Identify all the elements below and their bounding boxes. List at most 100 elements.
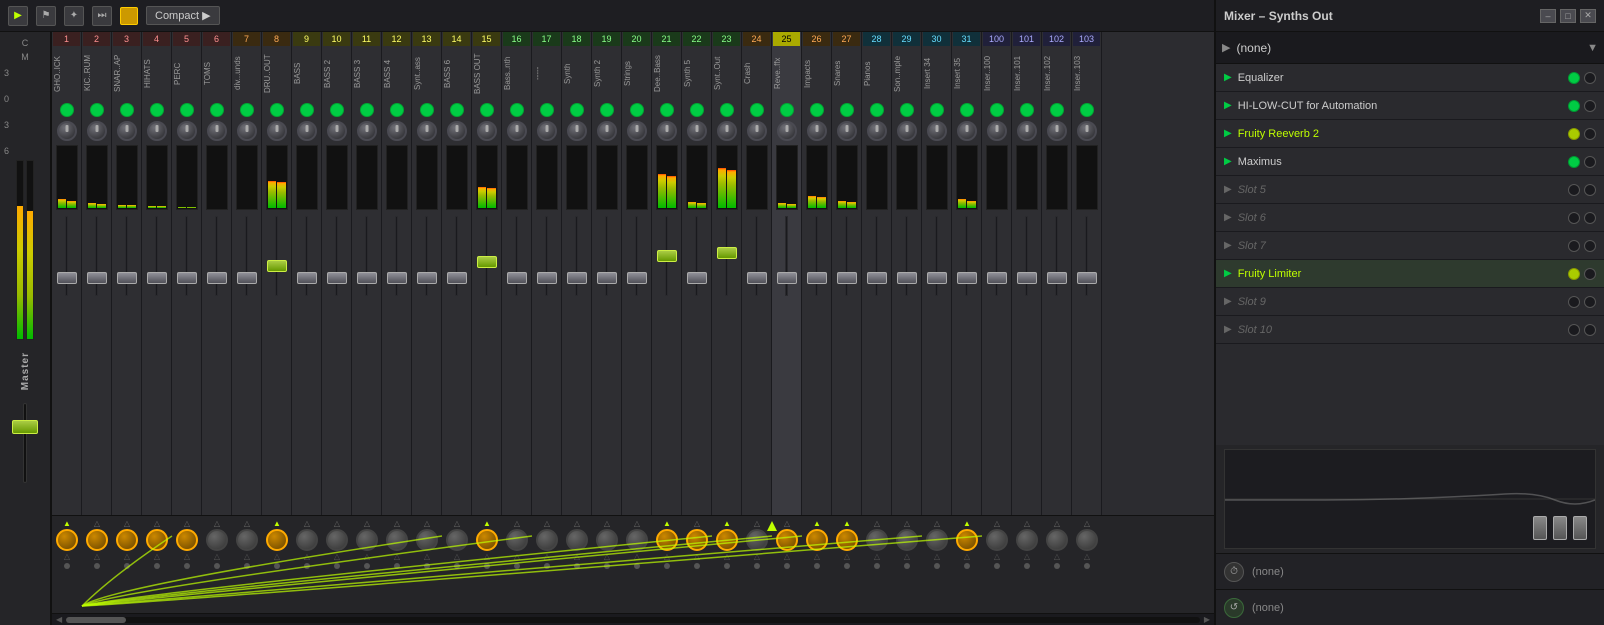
channel-strip-31[interactable]: 31 Insert 35 xyxy=(952,32,982,515)
scroll-right[interactable]: ▶ xyxy=(1204,615,1210,624)
ch-pan-knob[interactable] xyxy=(837,121,857,141)
ch-pan-knob[interactable] xyxy=(87,121,107,141)
ch-pan-knob[interactable] xyxy=(237,121,257,141)
layout-selector[interactable]: Compact ▶ xyxy=(146,6,220,25)
ch-pan-knob[interactable] xyxy=(387,121,407,141)
ch-fader-track[interactable] xyxy=(245,216,248,296)
ch-pan-knob[interactable] xyxy=(327,121,347,141)
effect-extra-dot[interactable] xyxy=(1584,184,1596,196)
scrollbar-track[interactable] xyxy=(66,617,1200,623)
channel-strip-100[interactable]: 100 Inser..100 xyxy=(982,32,1012,515)
eq-fader-2[interactable] xyxy=(1553,516,1567,540)
channel-strip-30[interactable]: 30 Insert 34 xyxy=(922,32,952,515)
ch-pan-knob[interactable] xyxy=(747,121,767,141)
effect-item-2[interactable]: ▶ HI-LOW-CUT for Automation xyxy=(1216,92,1604,120)
ch-fader-track[interactable] xyxy=(1025,216,1028,296)
ch-fader-track[interactable] xyxy=(725,216,728,296)
maximize-button[interactable]: □ xyxy=(1560,9,1576,23)
effect-extra-dot[interactable] xyxy=(1584,100,1596,112)
channel-strip-19[interactable]: 19 Synth 2 xyxy=(592,32,622,515)
ch-fader-handle[interactable] xyxy=(567,272,587,284)
channel-strip-26[interactable]: 26 Impacts xyxy=(802,32,832,515)
ch-fader-handle[interactable] xyxy=(597,272,617,284)
master-fader[interactable] xyxy=(11,398,39,488)
ch-enable-btn[interactable] xyxy=(240,103,254,117)
ch-fader-handle[interactable] xyxy=(57,272,77,284)
ch-pan-knob[interactable] xyxy=(957,121,977,141)
effect-extra-dot[interactable] xyxy=(1584,128,1596,140)
ch-fader-handle[interactable] xyxy=(657,250,677,262)
ch-fader-handle[interactable] xyxy=(627,272,647,284)
scrollbar-thumb[interactable] xyxy=(66,617,126,623)
effect-power-dot[interactable] xyxy=(1568,72,1580,84)
ch-pan-knob[interactable] xyxy=(147,121,167,141)
channel-strip-1[interactable]: 1 GHO..ICK xyxy=(52,32,82,515)
ch-pan-knob[interactable] xyxy=(417,121,437,141)
ch-fader-handle[interactable] xyxy=(237,272,257,284)
channel-strip-9[interactable]: 9 BASS xyxy=(292,32,322,515)
effect-power-dot[interactable] xyxy=(1568,100,1580,112)
ch-pan-knob[interactable] xyxy=(867,121,887,141)
ch-pan-knob[interactable] xyxy=(687,121,707,141)
ch-enable-btn[interactable] xyxy=(180,103,194,117)
ch-enable-btn[interactable] xyxy=(570,103,584,117)
effect-power-dot[interactable] xyxy=(1568,296,1580,308)
effect-extra-dot[interactable] xyxy=(1584,156,1596,168)
ch-fader-track[interactable] xyxy=(335,216,338,296)
effect-item-8[interactable]: ▶ Fruity Limiter xyxy=(1216,260,1604,288)
ch-fader-handle[interactable] xyxy=(927,272,947,284)
ch-fader-track[interactable] xyxy=(995,216,998,296)
ch-fader-handle[interactable] xyxy=(537,272,557,284)
channel-strip-18[interactable]: 18 Synth xyxy=(562,32,592,515)
ch-enable-btn[interactable] xyxy=(330,103,344,117)
effect-power-dot[interactable] xyxy=(1568,184,1580,196)
ch-enable-btn[interactable] xyxy=(990,103,1004,117)
ch-fader-track[interactable] xyxy=(905,216,908,296)
ch-enable-btn[interactable] xyxy=(600,103,614,117)
ch-pan-knob[interactable] xyxy=(657,121,677,141)
effect-extra-dot[interactable] xyxy=(1584,212,1596,224)
ch-fader-track[interactable] xyxy=(485,216,488,296)
channel-strip-17[interactable]: 17 ----- xyxy=(532,32,562,515)
minimize-button[interactable]: – xyxy=(1540,9,1556,23)
ch-fader-handle[interactable] xyxy=(327,272,347,284)
channels-scroll[interactable]: 1 GHO..ICK 2 KIC..RUM xyxy=(52,32,1214,625)
save-button[interactable]: ⚑ xyxy=(36,6,56,26)
ch-fader-handle[interactable] xyxy=(297,272,317,284)
effect-item-7[interactable]: ▶ Slot 7 xyxy=(1216,232,1604,260)
ch-fader-handle[interactable] xyxy=(717,247,737,259)
ch-pan-knob[interactable] xyxy=(57,121,77,141)
ch-pan-knob[interactable] xyxy=(357,121,377,141)
ch-pan-knob[interactable] xyxy=(537,121,557,141)
ch-fader-track[interactable] xyxy=(65,216,68,296)
ch-fader-handle[interactable] xyxy=(747,272,767,284)
effect-item-9[interactable]: ▶ Slot 9 xyxy=(1216,288,1604,316)
effect-extra-dot[interactable] xyxy=(1584,324,1596,336)
skip-button[interactable]: ⏭ xyxy=(92,6,112,26)
effect-item-3[interactable]: ▶ Fruity Reeverb 2 xyxy=(1216,120,1604,148)
ch-enable-btn[interactable] xyxy=(1020,103,1034,117)
channel-strip-6[interactable]: 6 TOMS xyxy=(202,32,232,515)
ch-fader-handle[interactable] xyxy=(1017,272,1037,284)
ch-enable-btn[interactable] xyxy=(960,103,974,117)
ch-fader-track[interactable] xyxy=(155,216,158,296)
ch-pan-knob[interactable] xyxy=(627,121,647,141)
ch-enable-btn[interactable] xyxy=(1080,103,1094,117)
ch-fader-handle[interactable] xyxy=(207,272,227,284)
ch-enable-btn[interactable] xyxy=(450,103,464,117)
ch-pan-knob[interactable] xyxy=(297,121,317,141)
effect-item-1[interactable]: ▶ Equalizer xyxy=(1216,64,1604,92)
ch-fader-track[interactable] xyxy=(1085,216,1088,296)
ch-fader-track[interactable] xyxy=(455,216,458,296)
effect-item-6[interactable]: ▶ Slot 6 xyxy=(1216,204,1604,232)
ch-fader-track[interactable] xyxy=(935,216,938,296)
ch-enable-btn[interactable] xyxy=(930,103,944,117)
ch-fader-track[interactable] xyxy=(1055,216,1058,296)
channel-strip-10[interactable]: 10 BASS 2 xyxy=(322,32,352,515)
ch-fader-handle[interactable] xyxy=(267,260,287,272)
ch-fader-handle[interactable] xyxy=(867,272,887,284)
ch-enable-btn[interactable] xyxy=(510,103,524,117)
ch-fader-handle[interactable] xyxy=(897,272,917,284)
ch-enable-btn[interactable] xyxy=(900,103,914,117)
ch-pan-knob[interactable] xyxy=(567,121,587,141)
